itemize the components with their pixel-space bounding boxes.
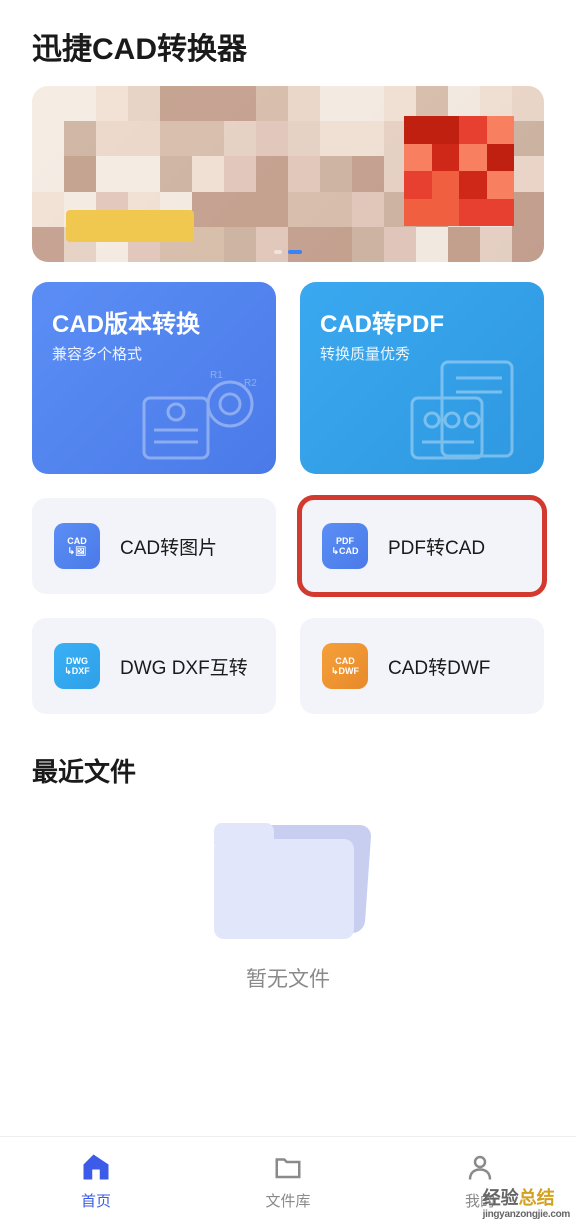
tool-label: PDF转CAD — [388, 533, 485, 560]
feature-title: CAD转PDF — [320, 304, 524, 339]
tool-DWG DXF互转[interactable]: DWG↳DXF DWG DXF互转 — [32, 618, 276, 714]
tool-label: CAD转DWF — [388, 653, 490, 680]
empty-text: 暂无文件 — [246, 963, 330, 993]
user-icon — [465, 1152, 495, 1186]
tool-PDF转CAD[interactable]: PDF↳CAD PDF转CAD — [300, 498, 544, 594]
banner-cta-button[interactable] — [66, 210, 194, 242]
banner-pagination — [274, 250, 302, 254]
empty-state: 暂无文件 — [0, 819, 576, 993]
tool-CAD转DWF[interactable]: CAD↳DWF CAD转DWF — [300, 618, 544, 714]
watermark: 经验总结 jingyanzongjie.com — [483, 1189, 570, 1220]
nav-home[interactable]: 首页 — [0, 1137, 192, 1226]
recent-files-title: 最近文件 — [32, 752, 544, 789]
home-icon — [81, 1152, 111, 1186]
feature-cad-version[interactable]: CAD版本转换 兼容多个格式 R1 R2 — [32, 282, 276, 474]
tool-icon: CAD↳🖼 — [54, 523, 100, 569]
feature-cad-to-pdf[interactable]: CAD转PDF 转换质量优秀 — [300, 282, 544, 474]
folder-icon — [273, 1152, 303, 1186]
tool-label: CAD转图片 — [120, 533, 217, 560]
promo-banner[interactable] — [32, 86, 544, 262]
tool-label: DWG DXF互转 — [120, 653, 248, 680]
gift-icon — [404, 116, 514, 226]
svg-text:R2: R2 — [244, 378, 257, 389]
tool-grid: CAD↳🖼 CAD转图片 PDF↳CAD PDF转CAD DWG↳DXF DWG DXF互… — [32, 498, 544, 714]
page-title: 迅捷CAD转换器 — [0, 0, 576, 86]
folder-icon — [214, 819, 362, 939]
feature-row: CAD版本转换 兼容多个格式 R1 R2 CAD转PDF 转换质量优秀 — [32, 282, 544, 474]
svg-text:R1: R1 — [210, 370, 223, 381]
feature-title: CAD版本转换 — [52, 304, 256, 339]
tool-icon: CAD↳DWF — [322, 643, 368, 689]
nav-label: 文件库 — [265, 1190, 310, 1211]
nav-folder[interactable]: 文件库 — [192, 1137, 384, 1226]
tool-icon: PDF↳CAD — [322, 523, 368, 569]
tool-icon: DWG↳DXF — [54, 643, 100, 689]
feature-subtitle: 兼容多个格式 — [52, 343, 256, 364]
gear-doc-icon: R1 R2 — [136, 364, 266, 464]
nav-label: 首页 — [81, 1190, 111, 1211]
tool-CAD转图片[interactable]: CAD↳🖼 CAD转图片 — [32, 498, 276, 594]
doc-icon — [404, 354, 534, 464]
